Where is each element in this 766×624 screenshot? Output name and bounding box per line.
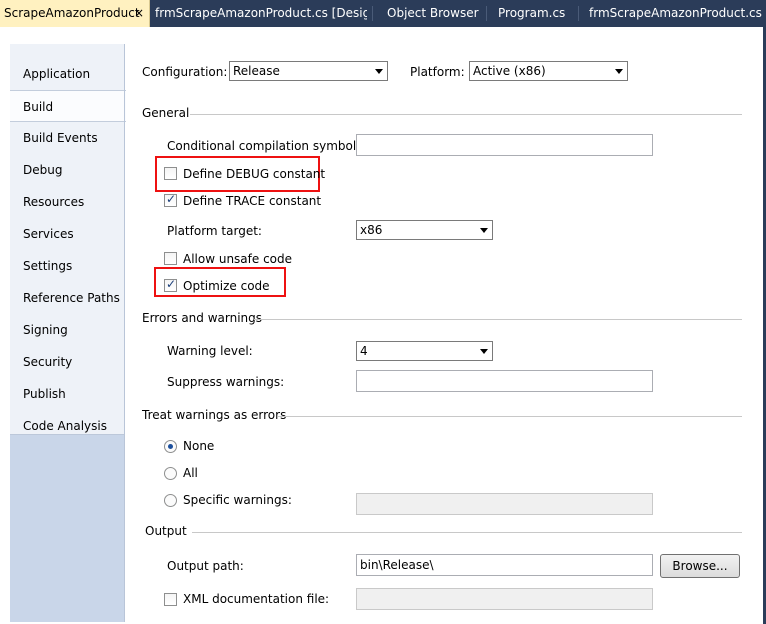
allow-unsafe-checkbox[interactable]	[164, 252, 177, 265]
specific-warnings-input[interactable]	[356, 493, 653, 515]
check-icon: ✓	[166, 192, 177, 206]
xml-doc-label: XML documentation file:	[183, 592, 330, 606]
configuration-value: Release	[233, 64, 280, 78]
tab-separator	[372, 6, 373, 21]
tab-label: Program.cs	[498, 6, 566, 20]
platform-target-label: Platform target:	[167, 224, 262, 238]
property-page-nav: Application Build Build Events Debug Res…	[10, 44, 126, 622]
nav-item-build-events[interactable]: Build Events	[10, 122, 124, 154]
xml-doc-input[interactable]	[356, 588, 653, 610]
tab-scrapeamazonproduct[interactable]: ScrapeAmazonProduct ×	[0, 0, 150, 27]
nav-item-publish[interactable]: Publish	[10, 378, 124, 410]
browse-label: Browse...	[672, 559, 728, 573]
chevron-down-icon	[480, 349, 488, 354]
section-divider	[254, 319, 742, 320]
tab-program-cs[interactable]: Program.cs	[498, 0, 578, 27]
errors-section-header: Errors and warnings	[142, 311, 742, 325]
output-path-value: bin\Release\	[360, 558, 434, 572]
platform-dropdown[interactable]: Active (x86)	[469, 61, 628, 81]
nav-divider	[124, 44, 125, 622]
platform-target-dropdown[interactable]: x86	[356, 220, 493, 240]
treat-warnings-heading: Treat warnings as errors	[142, 408, 287, 422]
browse-button[interactable]: Browse...	[660, 554, 740, 578]
chevron-down-icon	[375, 69, 383, 74]
nav-item-services[interactable]: Services	[10, 218, 124, 250]
allow-unsafe-label: Allow unsafe code	[183, 252, 293, 266]
warning-level-value: 4	[360, 344, 368, 358]
general-section-header: General	[142, 106, 742, 120]
define-trace-checkbox[interactable]: ✓	[164, 192, 177, 207]
platform-label: Platform:	[410, 65, 465, 79]
chevron-down-icon	[615, 69, 623, 74]
optimize-code-checkbox[interactable]: ✓	[164, 277, 177, 292]
treat-warnings-section-header: Treat warnings as errors	[142, 408, 742, 422]
close-icon[interactable]: ×	[134, 0, 144, 27]
platform-target-value: x86	[360, 223, 383, 237]
nav-item-debug[interactable]: Debug	[10, 154, 124, 186]
nav-item-resources[interactable]: Resources	[10, 186, 124, 218]
section-divider	[278, 416, 742, 417]
nav-item-reference-paths[interactable]: Reference Paths	[10, 282, 124, 314]
check-icon: ✓	[166, 277, 177, 291]
treat-none-radio[interactable]	[164, 440, 177, 453]
errors-heading: Errors and warnings	[142, 311, 263, 325]
radio-dot-icon	[168, 444, 173, 449]
warning-level-label: Warning level:	[167, 344, 253, 358]
configuration-label: Configuration:	[142, 65, 228, 79]
tab-label: Object Browser	[387, 6, 479, 20]
tab-label: frmScrapeAmazonProduct.cs [Design]	[155, 6, 367, 20]
output-heading: Output	[145, 524, 187, 538]
treat-none-label: None	[183, 439, 215, 453]
property-page-nav-list: Application Build Build Events Debug Res…	[10, 44, 126, 435]
treat-all-label: All	[183, 466, 198, 480]
nav-item-build[interactable]: Build	[10, 90, 126, 122]
tab-frmscrapeamazonproduct-design[interactable]: frmScrapeAmazonProduct.cs [Design]	[155, 0, 367, 27]
define-debug-label: Define DEBUG constant	[183, 167, 326, 181]
general-heading: General	[142, 106, 190, 120]
xml-doc-checkbox[interactable]	[164, 593, 177, 606]
document-tab-strip: ScrapeAmazonProduct × frmScrapeAmazonPro…	[0, 0, 766, 27]
nav-item-signing[interactable]: Signing	[10, 314, 124, 346]
tab-frmscrapeamazonproduct-cs[interactable]: frmScrapeAmazonProduct.cs	[589, 0, 766, 27]
configuration-dropdown[interactable]: Release	[229, 61, 388, 81]
tab-separator	[486, 6, 487, 21]
define-debug-checkbox[interactable]	[164, 167, 177, 180]
nav-item-security[interactable]: Security	[10, 346, 124, 378]
optimize-code-label: Optimize code	[183, 279, 270, 293]
cond-symbols-label: Conditional compilation symbols:	[167, 139, 367, 153]
chevron-down-icon	[480, 228, 488, 233]
output-path-input[interactable]: bin\Release\	[356, 554, 653, 576]
cond-symbols-input[interactable]	[356, 134, 653, 156]
suppress-warnings-input[interactable]	[356, 370, 653, 392]
define-trace-label: Define TRACE constant	[183, 194, 322, 208]
tab-separator	[578, 6, 579, 21]
project-properties-page: Application Build Build Events Debug Res…	[0, 27, 766, 624]
nav-item-settings[interactable]: Settings	[10, 250, 124, 282]
treat-specific-radio[interactable]	[164, 494, 177, 507]
output-section-header: Output	[145, 524, 742, 538]
warning-level-dropdown[interactable]: 4	[356, 341, 493, 361]
treat-all-radio[interactable]	[164, 467, 177, 480]
treat-specific-label: Specific warnings:	[183, 493, 292, 507]
tab-label: ScrapeAmazonProduct	[4, 6, 140, 20]
nav-item-code-analysis[interactable]: Code Analysis	[10, 410, 124, 442]
platform-value: Active (x86)	[473, 64, 546, 78]
suppress-warnings-label: Suppress warnings:	[167, 375, 285, 389]
tab-object-browser[interactable]: Object Browser	[387, 0, 487, 27]
section-divider	[190, 114, 742, 115]
tab-label: frmScrapeAmazonProduct.cs	[589, 6, 762, 20]
output-path-label: Output path:	[167, 559, 244, 573]
section-divider	[192, 532, 742, 533]
nav-item-application[interactable]: Application	[10, 58, 124, 90]
